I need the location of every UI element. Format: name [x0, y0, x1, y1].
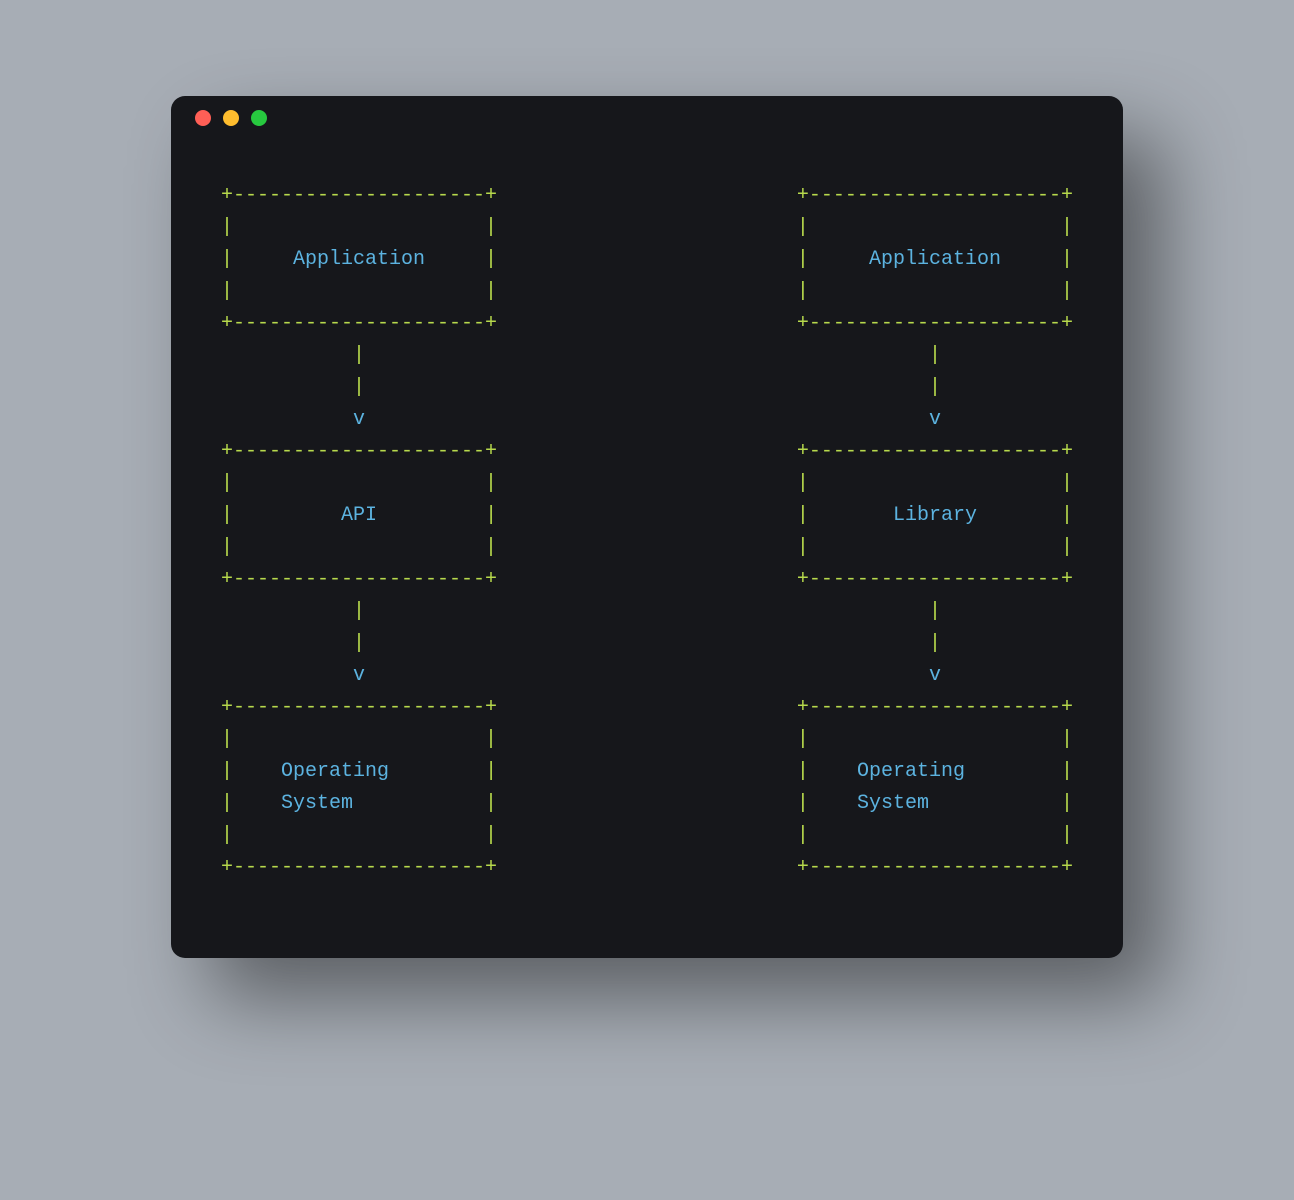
left-box-0-label: Application — [293, 248, 425, 271]
left-box-2-line1: Operating — [281, 760, 389, 783]
titlebar — [171, 96, 1123, 140]
left-arrow-1: v — [353, 664, 365, 687]
right-arrow-0: v — [929, 408, 941, 431]
close-icon[interactable] — [195, 110, 211, 126]
right-column: +---------------------+ | | | Applicatio… — [797, 180, 1073, 884]
terminal-window: +---------------------+ | | | Applicatio… — [171, 96, 1123, 958]
left-arrow-0: v — [353, 408, 365, 431]
left-box-1-label: API — [341, 504, 377, 527]
left-column: +---------------------+ | | | Applicatio… — [221, 180, 497, 884]
minimize-icon[interactable] — [223, 110, 239, 126]
left-box-2-line2: System — [281, 792, 353, 815]
right-box-2-line2: System — [857, 792, 929, 815]
right-box-1-label: Library — [893, 504, 977, 527]
right-box-2-line1: Operating — [857, 760, 965, 783]
right-box-0-label: Application — [869, 248, 1001, 271]
zoom-icon[interactable] — [251, 110, 267, 126]
right-arrow-1: v — [929, 664, 941, 687]
diagram-content: +---------------------+ | | | Applicatio… — [171, 140, 1123, 914]
